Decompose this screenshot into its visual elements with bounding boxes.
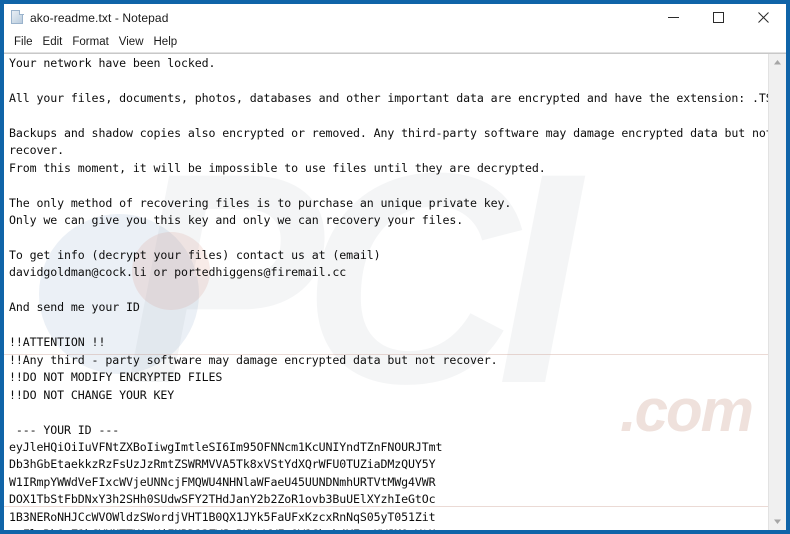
vertical-scrollbar[interactable]	[768, 54, 786, 530]
title-bar-left: ako-readme.txt - Notepad	[4, 10, 651, 25]
menu-item-help[interactable]: Help	[150, 35, 184, 50]
scroll-down-button[interactable]	[769, 513, 786, 530]
window-controls	[651, 4, 786, 31]
notepad-window: ako-readme.txt - Notepad File Edit Forma…	[0, 0, 790, 534]
menu-item-format[interactable]: Format	[68, 35, 114, 50]
scroll-down-arrow-icon	[774, 519, 781, 524]
minimize-button[interactable]	[651, 4, 696, 31]
scroll-up-button[interactable]	[769, 54, 786, 71]
ransom-note-text: Your network have been locked. All your …	[9, 56, 768, 530]
scrollbar-track[interactable]	[769, 71, 786, 513]
title-bar[interactable]: ako-readme.txt - Notepad	[4, 4, 786, 32]
maximize-icon	[713, 12, 724, 23]
close-button[interactable]	[741, 4, 786, 31]
maximize-button[interactable]	[696, 4, 741, 31]
editor-area: PCI .com Your network have been locked. …	[4, 53, 786, 530]
menu-item-edit[interactable]: Edit	[39, 35, 69, 50]
minimize-icon	[668, 17, 679, 18]
menu-item-file[interactable]: File	[10, 35, 39, 50]
text-editor[interactable]: Your network have been locked. All your …	[4, 54, 768, 530]
window-title: ako-readme.txt - Notepad	[30, 10, 169, 25]
scroll-up-arrow-icon	[774, 60, 781, 65]
menu-item-view[interactable]: View	[115, 35, 150, 50]
text-file-icon	[11, 10, 25, 25]
close-icon	[758, 12, 769, 23]
menu-bar: File Edit Format View Help	[4, 32, 786, 53]
